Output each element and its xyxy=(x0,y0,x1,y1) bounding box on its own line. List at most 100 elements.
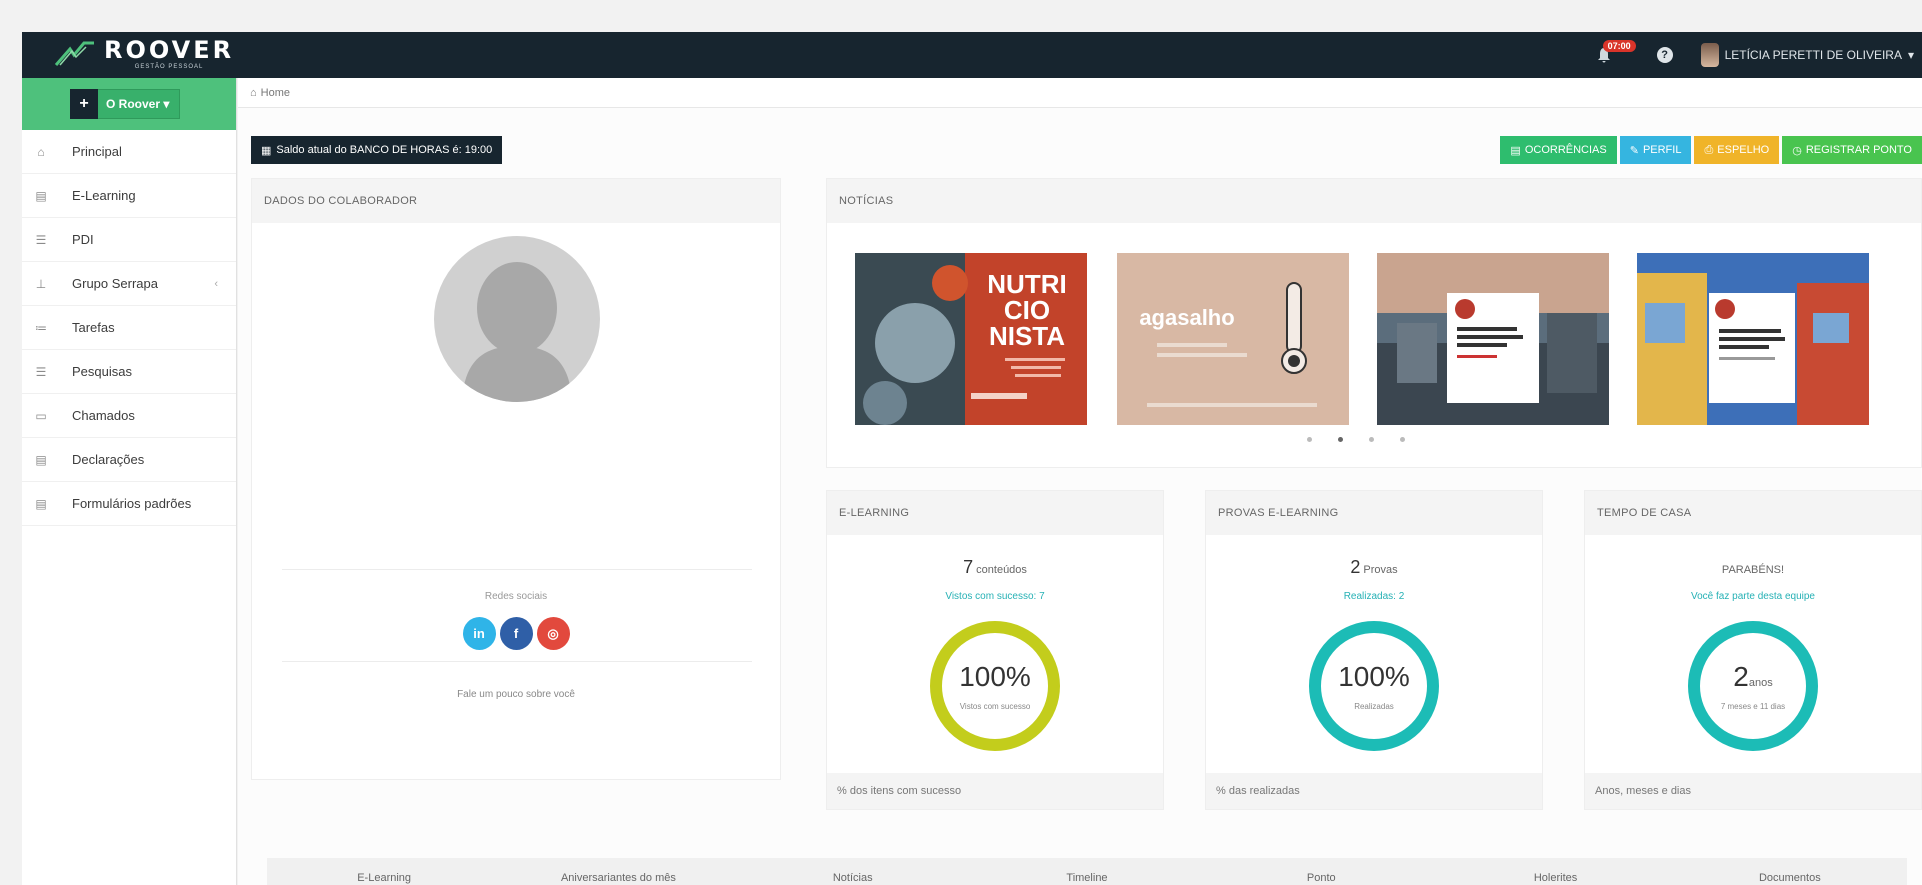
ocorrencias-button[interactable]: ▤ OCORRÊNCIAS xyxy=(1500,136,1617,164)
linkedin-icon[interactable]: in xyxy=(462,617,496,650)
panel-title: NOTÍCIAS xyxy=(827,179,1921,223)
registrar-ponto-button[interactable]: ◷ REGISTRAR PONTO xyxy=(1782,136,1922,164)
espelho-button[interactable]: ⎙ ESPELHO xyxy=(1694,136,1780,164)
sidebar-item-tarefas[interactable]: ≔ Tarefas xyxy=(22,306,236,350)
news-card[interactable] xyxy=(1637,253,1869,425)
monitor-icon: ▭ xyxy=(35,408,47,423)
sidebar-nav: ⌂ Principal ▤ E-Learning ☰ PDI ⊥ Grupo Serra… xyxy=(22,130,236,526)
news-card[interactable]: NUTRI CIO NISTA xyxy=(855,253,1087,425)
chevron-down-icon: ▾ xyxy=(160,97,170,111)
action-bar: ▤ OCORRÊNCIAS ✎ PERFIL ⎙ ESPELHO ◷ REGISTRAR… xyxy=(1500,136,1922,164)
ring-value-number: 100% xyxy=(959,660,1031,692)
document-icon: ▤ xyxy=(35,496,47,511)
carousel-dot[interactable] xyxy=(1338,437,1343,442)
panel-title: PROVAS E-LEARNING xyxy=(1206,491,1542,535)
sidebar-item-declaracoes[interactable]: ▤ Declarações xyxy=(22,438,236,482)
sidebar-item-pdi[interactable]: ☰ PDI xyxy=(22,218,236,262)
breadcrumb: ⌂ Home xyxy=(238,78,1922,108)
edit-icon: ✎ xyxy=(1629,144,1639,157)
ring-value-number: 2 xyxy=(1733,660,1749,692)
tab-timeline[interactable]: Timeline xyxy=(970,858,1204,885)
progress-ring: 100% Vistos com sucesso xyxy=(930,621,1060,751)
news-image xyxy=(1637,253,1869,425)
sidebar: + O Roover ▾ ⌂ Principal ▤ E-Learning ☰ PDI… xyxy=(22,78,237,885)
perfil-button[interactable]: ✎ PERFIL xyxy=(1619,136,1692,164)
ring-value: 100% xyxy=(959,660,1031,698)
tab-e-learning[interactable]: E-Learning xyxy=(267,858,501,885)
news-card[interactable]: agasalho xyxy=(1117,253,1349,425)
document-icon: ▤ xyxy=(35,188,47,203)
panel-title: TEMPO DE CASA xyxy=(1585,491,1921,535)
ring-label: Realizadas xyxy=(1354,701,1394,711)
tab-documentos[interactable]: Documentos xyxy=(1673,858,1907,885)
sidebar-header: + O Roover ▾ xyxy=(22,78,236,130)
sidebar-item-label: Principal xyxy=(72,144,122,159)
panel-footer: Anos, meses e dias xyxy=(1585,773,1921,809)
tab-noticias[interactable]: Notícias xyxy=(736,858,970,885)
news-headline: NISTA xyxy=(989,321,1065,351)
facebook-icon[interactable]: f xyxy=(499,617,533,650)
saldo-banco-horas-button[interactable]: ▦ Saldo atual do BANCO DE HORAS é: 19:00 xyxy=(251,136,503,164)
stat-count-label: Provas xyxy=(1363,564,1398,576)
panel-title: E-LEARNING xyxy=(827,491,1163,535)
news-image xyxy=(1377,253,1609,425)
saldo-label: Saldo atual do BANCO DE HORAS é: 19:00 xyxy=(276,144,493,156)
carousel-dot[interactable] xyxy=(1307,437,1312,442)
brand-logo[interactable]: ROOVER GESTÃO PESSOAL xyxy=(50,38,234,70)
action-label: REGISTRAR PONTO xyxy=(1805,144,1912,156)
ring-label: Vistos com sucesso xyxy=(959,701,1031,711)
sidebar-item-label: Tarefas xyxy=(72,320,115,335)
stat-count-label: PARABÉNS! xyxy=(1721,564,1785,576)
notification-badge: 07:00 xyxy=(1602,40,1636,52)
e-learning-stat-panel: E-LEARNING 7 conteúdos Vistos com sucess… xyxy=(826,490,1164,810)
panel-title: DADOS DO COLABORADOR xyxy=(252,179,780,223)
breadcrumb-home[interactable]: Home xyxy=(261,87,290,99)
profile-photo[interactable] xyxy=(434,236,600,402)
sidebar-item-chamados[interactable]: ▭ Chamados xyxy=(22,394,236,438)
question-circle-icon[interactable]: ? xyxy=(1656,47,1673,63)
sidebar-item-principal[interactable]: ⌂ Principal xyxy=(22,130,236,174)
tab-aniversariantes[interactable]: Aniversariantes do mês xyxy=(501,858,735,885)
bottom-tabs: E-Learning Aniversariantes do mês Notíci… xyxy=(267,858,1907,885)
instagram-icon[interactable]: ◎ xyxy=(536,617,570,650)
sidebar-item-pesquisas[interactable]: ☰ Pesquisas xyxy=(22,350,236,394)
carousel-dot[interactable] xyxy=(1369,437,1374,442)
sidebar-item-label: Formulários padrões xyxy=(72,496,192,511)
brand-name: ROOVER xyxy=(104,36,235,64)
sidebar-item-e-learning[interactable]: ▤ E-Learning xyxy=(22,174,236,218)
stat-subtext: Vistos com sucesso: 7 xyxy=(945,591,1045,602)
news-card[interactable] xyxy=(1377,253,1609,425)
ring-value: 2anos xyxy=(1733,660,1772,698)
notifications-button[interactable]: 07:00 xyxy=(1593,40,1636,66)
stat-subtext: Você faz parte desta equipe xyxy=(1691,591,1815,602)
home-icon: ⌂ xyxy=(37,144,45,159)
stat-subtext: Realizadas: 2 xyxy=(1343,591,1405,602)
news-image: NUTRI CIO NISTA xyxy=(855,253,1087,425)
sidebar-item-label: E-Learning xyxy=(72,188,136,203)
news-image: agasalho xyxy=(1117,253,1349,425)
chevron-left-icon: ‹ xyxy=(214,277,218,290)
chevron-down-icon: ▾ xyxy=(1907,48,1914,62)
action-label: PERFIL xyxy=(1642,144,1682,156)
carousel-dot[interactable] xyxy=(1400,437,1405,442)
sidebar-item-label: Pesquisas xyxy=(72,364,132,379)
sidebar-item-label: Declarações xyxy=(72,452,145,467)
user-menu[interactable]: LETÍCIA PERETTI DE OLIVEIRA ▾ xyxy=(1700,43,1914,67)
tasks-icon: ≔ xyxy=(35,320,47,335)
home-icon[interactable]: ⌂ xyxy=(250,87,257,99)
sidebar-item-formularios[interactable]: ▤ Formulários padrões xyxy=(22,482,236,526)
sidebar-item-grupo-serrapa[interactable]: ⊥ Grupo Serrapa ‹ xyxy=(22,262,236,306)
print-icon: ⎙ xyxy=(1704,143,1714,156)
tab-holerites[interactable]: Holerites xyxy=(1438,858,1672,885)
provas-stat-panel: PROVAS E-LEARNING 2 Provas Realizadas: 2… xyxy=(1205,490,1543,810)
roover-menu-button[interactable]: + O Roover ▾ xyxy=(70,89,181,119)
carousel-indicators xyxy=(1307,437,1405,442)
tab-ponto[interactable]: Ponto xyxy=(1204,858,1438,885)
stat-count-value: 7 xyxy=(963,557,974,577)
list-icon: ▤ xyxy=(1510,144,1521,157)
list-icon: ☰ xyxy=(35,364,47,379)
clock-icon: ◷ xyxy=(1792,144,1802,157)
progress-ring: 100% Realizadas xyxy=(1309,621,1439,751)
panel-footer: % das realizadas xyxy=(1206,773,1542,809)
calendar-icon: ▦ xyxy=(261,144,272,157)
